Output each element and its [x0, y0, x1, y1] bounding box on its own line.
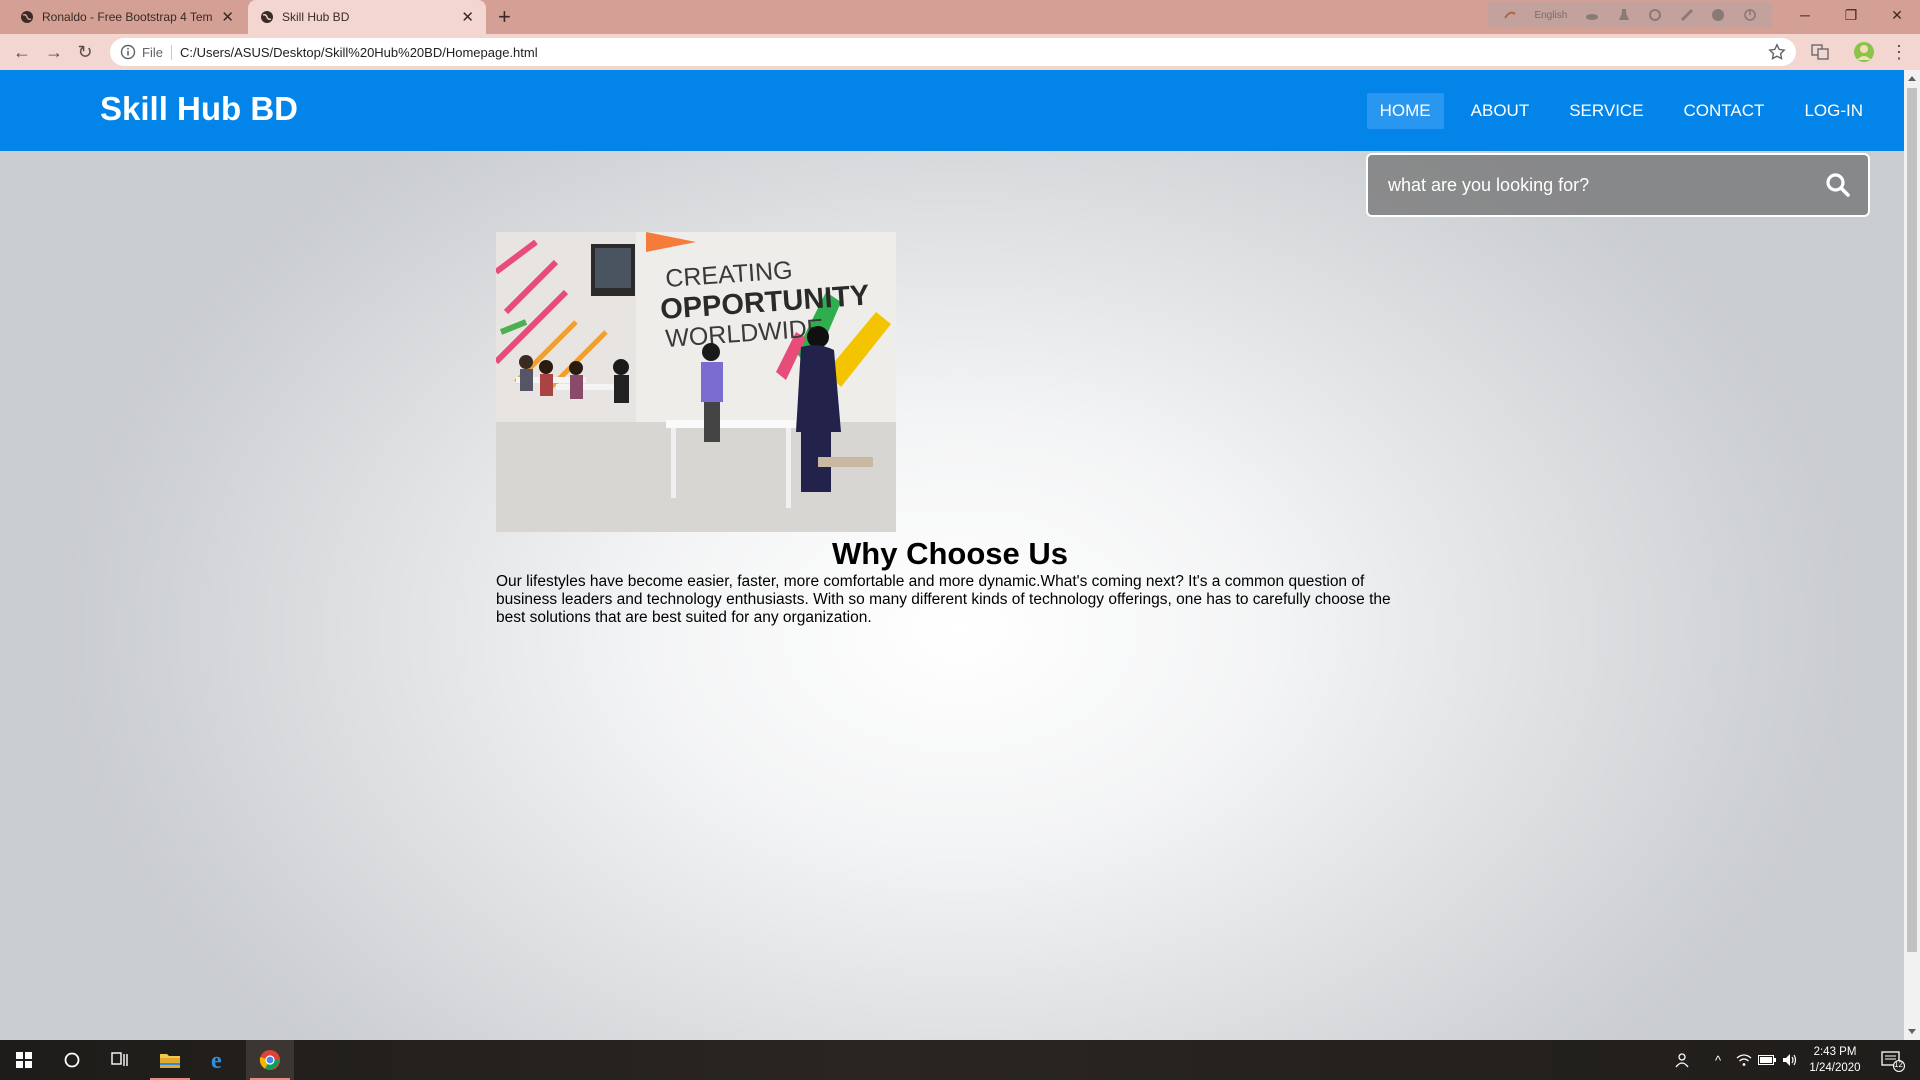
site-brand[interactable]: Skill Hub BD: [100, 90, 298, 128]
nav-about[interactable]: ABOUT: [1458, 93, 1543, 129]
back-arrow-icon[interactable]: ←: [12, 42, 32, 62]
folder-icon: [160, 1054, 180, 1068]
url-scheme-label: File: [142, 44, 172, 60]
reload-icon[interactable]: ↻: [75, 42, 95, 62]
page-viewport: Skill Hub BD HOME ABOUT SERVICE CONTACT …: [0, 70, 1904, 1040]
flask-icon[interactable]: [1617, 8, 1631, 22]
file-explorer-button[interactable]: [146, 1040, 194, 1080]
browser-toolbar: ← → ↻ File C:/Users/ASUS/Desktop/Skill%2…: [0, 34, 1920, 70]
browser-tab-strip: Ronaldo - Free Bootstrap 4 Temp ✕ Skill …: [0, 0, 1920, 34]
language-label[interactable]: English: [1534, 10, 1567, 21]
chevron-up-icon[interactable]: ^: [1708, 1050, 1728, 1070]
edge-icon: e: [211, 1049, 222, 1071]
power-icon[interactable]: [1743, 8, 1757, 22]
close-window-button[interactable]: ✕: [1874, 0, 1920, 30]
bookmark-star-icon[interactable]: [1768, 43, 1786, 61]
nav-login[interactable]: LOG-IN: [1791, 93, 1876, 129]
new-tab-button[interactable]: +: [498, 4, 511, 30]
extension-toolbar: English: [1488, 2, 1772, 28]
translate-icon[interactable]: [1808, 40, 1832, 64]
people-icon[interactable]: [1673, 1050, 1693, 1070]
battery-icon[interactable]: [1757, 1050, 1777, 1070]
close-tab-icon[interactable]: ✕: [221, 8, 234, 26]
forward-arrow-icon[interactable]: →: [44, 42, 64, 62]
clock-time: 2:43 PM: [1813, 1046, 1857, 1058]
why-choose-us-heading: Why Choose Us: [832, 536, 1068, 571]
wifi-icon[interactable]: [1734, 1050, 1754, 1070]
site-search: [1366, 153, 1870, 217]
page-scrollbar[interactable]: [1904, 70, 1920, 1040]
search-icon: [1826, 173, 1850, 197]
skin-icon[interactable]: [1680, 8, 1694, 22]
nav-contact[interactable]: CONTACT: [1671, 93, 1778, 129]
browser-tab-skill-hub[interactable]: Skill Hub BD ✕: [248, 0, 486, 34]
scroll-down-arrow-icon[interactable]: [1908, 1029, 1916, 1034]
edge-browser-button[interactable]: e: [196, 1040, 244, 1080]
tab-title: Ronaldo - Free Bootstrap 4 Temp: [42, 10, 214, 24]
hero-photo: CREATING OPPORTUNITY WORLDWIDE: [496, 232, 896, 532]
scroll-thumb[interactable]: [1907, 88, 1917, 952]
circle-search-icon: [64, 1052, 80, 1068]
search-button[interactable]: [1808, 155, 1868, 215]
scroll-up-arrow-icon[interactable]: [1908, 76, 1916, 81]
clock-date: 1/24/2020: [1809, 1062, 1861, 1074]
system-clock[interactable]: 2:43 PM 1/24/2020: [1796, 1044, 1874, 1076]
nav-home[interactable]: HOME: [1366, 93, 1444, 129]
address-bar[interactable]: File C:/Users/ASUS/Desktop/Skill%20Hub%2…: [110, 38, 1796, 66]
why-choose-us-text: Our lifestyles have become easier, faste…: [496, 573, 1391, 626]
cortana-search-button[interactable]: [48, 1040, 96, 1080]
task-view-button[interactable]: [96, 1040, 144, 1080]
cloud-icon[interactable]: [1585, 8, 1599, 22]
gear-icon[interactable]: [1648, 8, 1662, 22]
windows-taskbar: e ^ 2:43 PM 1/24/2020 12: [0, 1040, 1920, 1080]
action-center-button[interactable]: 12: [1880, 1049, 1906, 1073]
chrome-icon: [259, 1050, 280, 1070]
close-tab-icon[interactable]: ✕: [461, 8, 474, 26]
chrome-browser-button[interactable]: [246, 1040, 294, 1080]
restore-window-button[interactable]: ❐: [1828, 0, 1874, 30]
globe-icon: [21, 11, 33, 23]
site-header: Skill Hub BD HOME ABOUT SERVICE CONTACT …: [0, 70, 1904, 151]
extension-logo-icon[interactable]: [1503, 8, 1517, 22]
globe-icon: [261, 11, 273, 23]
profile-avatar[interactable]: [1852, 40, 1876, 64]
url-text[interactable]: C:/Users/ASUS/Desktop/Skill%20Hub%20BD/H…: [180, 45, 538, 60]
svg-text:e: e: [211, 1049, 222, 1071]
nav-service[interactable]: SERVICE: [1556, 93, 1656, 129]
search-input[interactable]: [1388, 174, 1808, 196]
start-button[interactable]: [0, 1040, 48, 1080]
browser-menu-icon[interactable]: ⋮: [1887, 40, 1911, 64]
task-view-icon: [111, 1052, 128, 1066]
browser-tab-ronaldo[interactable]: Ronaldo - Free Bootstrap 4 Temp ✕: [8, 0, 246, 34]
info-icon[interactable]: [120, 44, 136, 60]
windows-logo-icon: [16, 1052, 32, 1068]
main-nav: HOME ABOUT SERVICE CONTACT LOG-IN: [1353, 93, 1876, 129]
help-icon[interactable]: [1711, 8, 1725, 22]
minimize-window-button[interactable]: ─: [1782, 0, 1828, 30]
notification-count-badge: 12: [1894, 1060, 1903, 1069]
tab-title: Skill Hub BD: [282, 10, 350, 24]
